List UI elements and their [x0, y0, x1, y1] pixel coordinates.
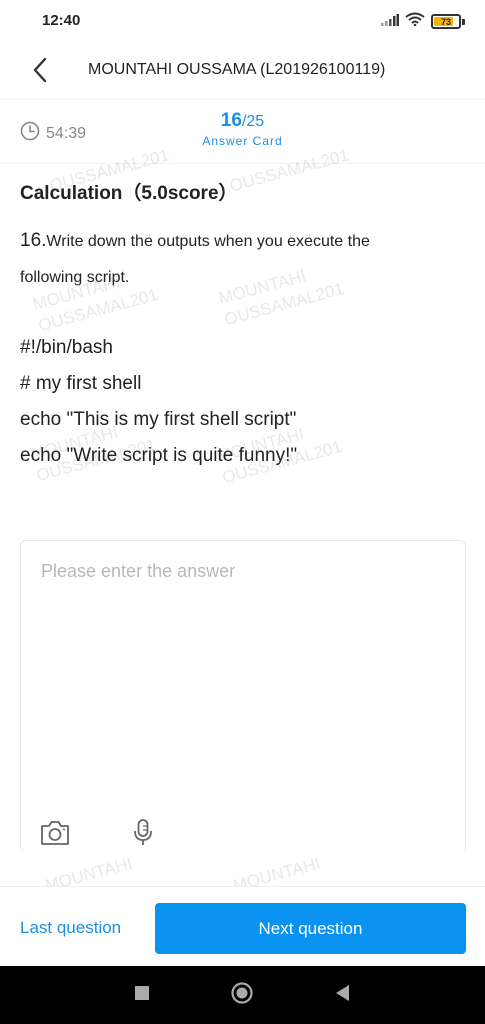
square-icon: [134, 985, 150, 1006]
next-question-button[interactable]: Next question: [155, 903, 466, 954]
question-progress: 16/25 Answer Card: [0, 110, 485, 148]
answer-card-link[interactable]: Answer Card: [0, 134, 485, 148]
voice-input-button[interactable]: [127, 818, 159, 852]
question-text-line-2: following script.: [20, 269, 130, 286]
triangle-back-icon: [334, 984, 350, 1007]
battery-level: 73: [440, 16, 451, 27]
camera-icon: [39, 820, 71, 851]
total-questions: /25: [241, 113, 265, 130]
back-nav-button[interactable]: [330, 983, 354, 1007]
system-nav-bar: [0, 966, 485, 1024]
status-bar: 12:40 73: [0, 0, 485, 44]
status-icons: 73: [381, 12, 465, 31]
app-header: MOUNTAHI OUSSAMA (L201926100119): [0, 44, 485, 100]
answer-input[interactable]: [41, 561, 441, 801]
question-text: 16.Write down the outputs when you execu…: [20, 223, 470, 296]
signal-icon: [381, 13, 399, 31]
status-time: 12:40: [42, 12, 81, 29]
answer-tools: [39, 818, 159, 852]
chevron-left-icon: [32, 57, 48, 88]
code-line: # my first shell: [20, 373, 142, 394]
question-type: Calculation: [20, 183, 123, 204]
current-question-number: 16: [220, 110, 242, 131]
home-button[interactable]: [230, 981, 254, 1010]
code-line: echo "Write script is quite funny!": [20, 445, 298, 466]
wifi-icon: [405, 12, 425, 31]
page-title: MOUNTAHI OUSSAMA (L201926100119): [88, 61, 386, 78]
code-line: echo "This is my first shell script": [20, 409, 297, 430]
recent-apps-button[interactable]: [130, 983, 154, 1007]
question-footer: Last question Next question: [0, 886, 485, 966]
microphone-icon: [132, 818, 154, 852]
code-line: #!/bin/bash: [20, 337, 113, 358]
script-code: #!/bin/bash # my first shell echo "This …: [20, 330, 470, 474]
question-heading: Calculation（5.0score）: [20, 178, 470, 205]
question-score: （5.0score）: [122, 183, 238, 204]
question-content: Calculation（5.0score） 16.Write down the …: [20, 178, 470, 474]
home-circle-icon: [230, 981, 254, 1010]
battery-icon: 73: [431, 14, 461, 29]
back-button[interactable]: [22, 54, 58, 90]
camera-button[interactable]: [39, 819, 71, 851]
question-text-line-1: Write down the outputs when you execute …: [46, 233, 370, 250]
battery-tip: [462, 18, 465, 25]
exam-info-bar: 54:39 16/25 Answer Card: [0, 100, 485, 164]
last-question-button[interactable]: Last question: [20, 904, 121, 952]
question-number: 16.: [20, 230, 47, 251]
answer-box: [20, 540, 466, 852]
